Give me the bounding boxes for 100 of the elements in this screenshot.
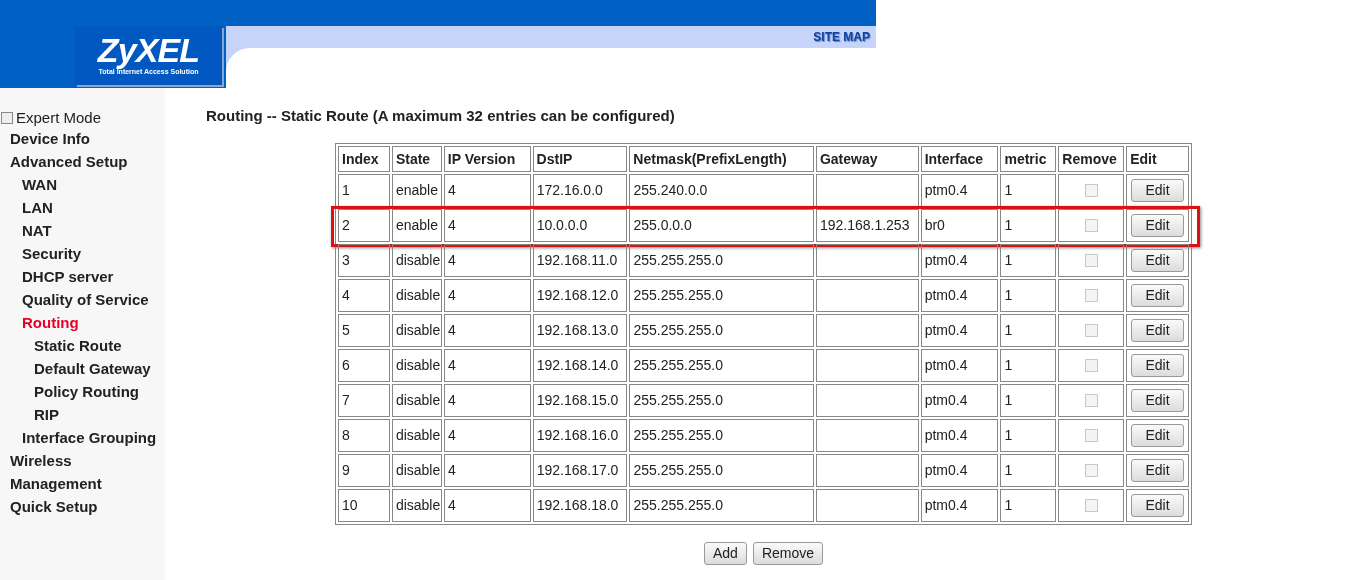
remove-checkbox[interactable] [1084, 289, 1098, 302]
expert-mode-label: Expert Mode [16, 107, 102, 128]
table-cell: ptm0.4 [920, 279, 999, 312]
remove-checkbox[interactable] [1084, 219, 1098, 232]
column-header: Netmask(PrefixLength) [629, 146, 814, 172]
remove-checkbox[interactable] [1084, 184, 1098, 197]
table-cell: 192.168.14.0 [532, 349, 628, 382]
table-cell: 10 [338, 489, 390, 522]
nav-link[interactable]: WAN [22, 174, 57, 197]
table-cell: ptm0.4 [920, 174, 999, 207]
table-cell: 255.240.0.0 [629, 174, 814, 207]
table-cell: ptm0.4 [920, 314, 999, 347]
table-cell: 255.255.255.0 [629, 244, 814, 277]
table-cell: 1 [1000, 489, 1057, 522]
table-cell: ptm0.4 [920, 454, 999, 487]
table-cell: 255.255.255.0 [629, 349, 814, 382]
table-cell: disable [391, 244, 442, 277]
column-header: Remove [1058, 146, 1125, 172]
table-cell: 192.168.13.0 [532, 314, 628, 347]
table-cell: 1 [1000, 279, 1057, 312]
table-cell: 9 [338, 454, 390, 487]
table-cell: 6 [338, 349, 390, 382]
nav-link[interactable]: Quality of Service [22, 289, 149, 312]
table-cell: 4 [443, 244, 531, 277]
table-cell: 1 [1000, 454, 1057, 487]
table-cell: ptm0.4 [920, 419, 999, 452]
nav-link[interactable]: LAN [22, 197, 53, 220]
table-cell: enable [391, 209, 442, 242]
table-cell: 7 [338, 384, 390, 417]
nav-link[interactable]: Default Gateway [34, 358, 151, 381]
table-cell: 255.255.255.0 [629, 489, 814, 522]
site-map-link[interactable]: SITE MAP [813, 28, 870, 46]
nav-link[interactable]: Advanced Setup [10, 151, 128, 174]
table-cell: 5 [338, 314, 390, 347]
column-header: State [391, 146, 442, 172]
nav-link[interactable]: Wireless [10, 450, 72, 473]
table-cell: 1 [1000, 419, 1057, 452]
nav-link[interactable]: RIP [34, 404, 59, 427]
edit-button[interactable]: Edit [1131, 284, 1185, 307]
edit-button[interactable]: Edit [1131, 354, 1185, 377]
table-cell: 172.16.0.0 [532, 174, 628, 207]
table-cell: disable [391, 419, 442, 452]
table-cell: 192.168.1.253 [815, 209, 919, 242]
nav-link[interactable]: Routing [22, 312, 79, 335]
edit-button[interactable]: Edit [1131, 389, 1185, 412]
edit-button[interactable]: Edit [1131, 214, 1185, 237]
table-cell: 4 [443, 419, 531, 452]
nav-link[interactable]: Quick Setup [10, 496, 98, 519]
remove-checkbox[interactable] [1084, 324, 1098, 337]
table-cell: 255.255.255.0 [629, 279, 814, 312]
table-cell: ptm0.4 [920, 489, 999, 522]
table-cell: 1 [1000, 244, 1057, 277]
table-cell: 192.168.18.0 [532, 489, 628, 522]
nav-link[interactable]: Security [22, 243, 82, 266]
edit-button[interactable]: Edit [1131, 494, 1185, 517]
nav-link[interactable]: Policy Routing [34, 381, 139, 404]
edit-button[interactable]: Edit [1131, 424, 1185, 447]
table-cell: 255.255.255.0 [629, 419, 814, 452]
table-cell: 192.168.17.0 [532, 454, 628, 487]
table-cell: 4 [443, 209, 531, 242]
table-cell: 4 [443, 279, 531, 312]
table-cell: ptm0.4 [920, 349, 999, 382]
remove-checkbox[interactable] [1084, 464, 1098, 477]
nav-link[interactable]: NAT [22, 220, 52, 243]
remove-button[interactable]: Remove [752, 542, 824, 565]
table-cell: 4 [443, 384, 531, 417]
remove-checkbox[interactable] [1084, 499, 1098, 512]
table-cell: 4 [443, 174, 531, 207]
table-cell: 1 [1000, 174, 1057, 207]
nav-link[interactable]: DHCP server [22, 266, 114, 289]
edit-button[interactable]: Edit [1131, 249, 1185, 272]
table-cell: disable [391, 384, 442, 417]
table-cell: 1 [338, 174, 390, 207]
table-cell: 8 [338, 419, 390, 452]
table-cell: 1 [1000, 209, 1057, 242]
nav-link[interactable]: Static Route [34, 335, 122, 358]
table-cell: 1 [1000, 349, 1057, 382]
column-header: Edit [1126, 146, 1189, 172]
nav-link[interactable]: Device Info [10, 128, 91, 151]
edit-button[interactable]: Edit [1131, 179, 1185, 202]
table-cell: disable [391, 314, 442, 347]
table-cell: 255.255.255.0 [629, 314, 814, 347]
table-cell: 255.255.255.0 [629, 454, 814, 487]
table-cell: disable [391, 454, 442, 487]
edit-button[interactable]: Edit [1131, 459, 1185, 482]
nav-link[interactable]: Interface Grouping [22, 427, 157, 450]
remove-checkbox[interactable] [1084, 254, 1098, 267]
add-button[interactable]: Add [703, 542, 747, 565]
column-header: DstIP [532, 146, 628, 172]
remove-checkbox[interactable] [1084, 394, 1098, 407]
logo-text: ZyXEL [97, 33, 200, 68]
expert-mode-checkbox[interactable] [1, 112, 13, 124]
column-header: IP Version [443, 146, 531, 172]
column-header: Interface [920, 146, 999, 172]
table-cell: 3 [338, 244, 390, 277]
remove-checkbox[interactable] [1084, 429, 1098, 442]
remove-checkbox[interactable] [1084, 359, 1098, 372]
nav-link[interactable]: Management [10, 473, 102, 496]
table-cell: 2 [338, 209, 390, 242]
edit-button[interactable]: Edit [1131, 319, 1185, 342]
